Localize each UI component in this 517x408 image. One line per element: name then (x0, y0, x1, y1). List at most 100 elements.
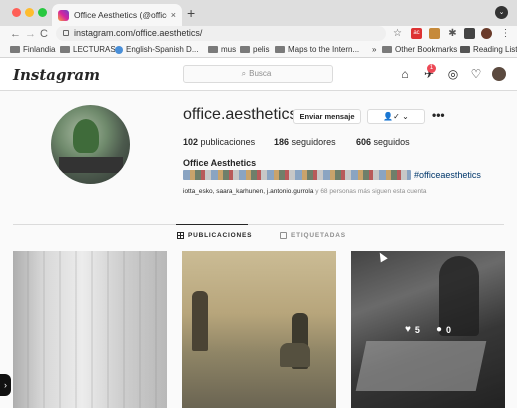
tabs-divider (13, 224, 504, 225)
folder-icon (208, 46, 218, 53)
new-tab-button[interactable]: + (187, 5, 195, 21)
activity-heart-icon[interactable]: ♡ (469, 67, 483, 81)
tab-tagged-label: ETIQUETADAS (291, 232, 346, 239)
search-icon: ⌕ (241, 69, 247, 78)
dictionary-icon (115, 45, 123, 54)
posts-count: 102 (183, 137, 199, 147)
comments-count: 0 (445, 324, 451, 335)
forward-button[interactable]: → (25, 26, 36, 42)
following-stat[interactable]: 606 seguidos (356, 137, 410, 147)
folder-icon (382, 46, 392, 53)
following-icon: 👤✓ (383, 112, 400, 121)
browser-tab-bar: Office Aesthetics (@office.ae × + ⌄ (0, 0, 517, 26)
likes-count: 5 (414, 324, 420, 335)
bio-emoji-strip (183, 170, 411, 180)
side-handle-button[interactable]: › (0, 374, 11, 396)
folder-icon (10, 46, 20, 53)
posts-label: publicaciones (200, 137, 256, 147)
likes-count-group: ♥ 5 (405, 324, 420, 335)
reading-list[interactable]: Reading List (460, 45, 517, 54)
window-menu-button[interactable]: ⌄ (495, 6, 508, 19)
browser-menu-icon[interactable]: ⋮ (500, 28, 511, 39)
post-thumbnail[interactable] (13, 251, 167, 408)
lock-icon (63, 30, 69, 36)
notification-badge: 1 (427, 64, 436, 73)
bio-hashtag-link[interactable]: #officeaesthetics (414, 170, 481, 180)
bookmark-label: Finlandia (23, 45, 56, 54)
folder-icon (275, 46, 285, 53)
followers-count: 186 (274, 137, 290, 147)
close-window-button[interactable] (12, 8, 21, 17)
chevron-down-icon: ⌄ (402, 112, 409, 121)
grid-icon (177, 232, 184, 239)
photo-figure-detail (192, 291, 208, 351)
post-thumbnail-hovered[interactable]: ♥ 5 ● 0 (351, 251, 505, 408)
bookmark-folder[interactable]: Maps to the Intern... (275, 45, 359, 54)
instagram-logo[interactable]: Instagram (13, 66, 100, 84)
plant-image-detail (73, 119, 99, 153)
post-hover-overlay: ♥ 5 ● 0 (351, 251, 505, 408)
bookmark-folder[interactable]: Finlandia (10, 45, 55, 54)
zoom-window-button[interactable] (38, 8, 47, 17)
bookmark-label: Other Bookmarks (395, 45, 458, 54)
comments-count-group: ● 0 (436, 324, 451, 335)
profile-full-name: Office Aesthetics (183, 158, 257, 168)
search-placeholder: Busca (249, 69, 272, 78)
search-input[interactable]: ⌕ Busca (183, 65, 333, 83)
bookmark-folder[interactable]: LECTURAS (60, 45, 116, 54)
posts-stat: 102 publicaciones (183, 137, 255, 147)
reading-mode-icon[interactable] (464, 28, 475, 39)
home-icon[interactable]: ⌂ (398, 67, 412, 81)
bookmarks-overflow-button[interactable]: » (372, 45, 376, 54)
post-thumbnail[interactable] (182, 251, 336, 408)
active-tab-indicator (176, 224, 248, 225)
tab-posts-label: PUBLICACIONES (188, 232, 253, 239)
profile-picture[interactable] (51, 105, 130, 184)
close-tab-icon[interactable]: × (171, 10, 176, 20)
followers-stat[interactable]: 186 seguidores (274, 137, 336, 147)
profile-username: office.aesthetics (183, 106, 298, 123)
back-button[interactable]: ← (10, 26, 21, 42)
extension-icon[interactable]: ac (411, 28, 422, 39)
bookmark-label: LECTURAS (73, 45, 116, 54)
folder-icon (60, 46, 70, 53)
folder-icon (240, 46, 250, 53)
address-bar[interactable]: instagram.com/office.aesthetics/ (56, 26, 386, 41)
bookmark-label: Reading List (473, 45, 517, 54)
following-dropdown-button[interactable]: 👤✓ ⌄ (367, 109, 425, 124)
extensions-puzzle-icon[interactable]: ✱ (447, 28, 458, 39)
instagram-header: Instagram ⌕ Busca ⌂ ✈ 1 ◎ ♡ (0, 58, 517, 91)
profile-avatar[interactable] (492, 67, 506, 81)
followed-by-names: iotta_esko, saara_karhunen, j.antonio.gu… (183, 188, 314, 195)
bookmark-label: English-Spanish D... (126, 45, 199, 54)
bookmark-folder[interactable]: mus (208, 45, 236, 54)
photo-figure-detail (280, 343, 310, 367)
other-bookmarks[interactable]: Other Bookmarks (382, 45, 457, 54)
url-text: instagram.com/office.aesthetics/ (74, 28, 203, 38)
reload-button[interactable]: C (40, 26, 48, 42)
more-options-button[interactable]: ••• (432, 109, 445, 122)
bookmarks-bar: Finlandia LECTURAS English-Spanish D... … (0, 42, 517, 58)
browser-tab[interactable]: Office Aesthetics (@office.ae × (52, 4, 182, 26)
following-count: 606 (356, 137, 372, 147)
bookmark-star-icon[interactable]: ☆ (392, 28, 403, 39)
tab-posts[interactable]: PUBLICACIONES (177, 232, 252, 239)
send-message-button[interactable]: Enviar mensaje (293, 109, 361, 124)
tab-tagged[interactable]: ETIQUETADAS (280, 232, 346, 239)
followers-label: seguidores (291, 137, 336, 147)
explore-icon[interactable]: ◎ (446, 67, 460, 81)
followed-by-rest: y 68 personas más siguen esta cuenta (313, 188, 427, 195)
bookmark-folder[interactable]: pelis (240, 45, 269, 54)
bookmark-label: mus (221, 45, 237, 54)
profile-avatar-icon[interactable] (481, 28, 492, 39)
instagram-favicon-icon (58, 9, 69, 21)
reading-list-icon (460, 46, 470, 53)
extension-2-icon[interactable] (429, 28, 440, 39)
minimize-window-button[interactable] (25, 8, 34, 17)
bookmark-label: Maps to the Intern... (288, 45, 360, 54)
followed-by-text[interactable]: iotta_esko, saara_karhunen, j.antonio.gu… (183, 188, 427, 195)
profile-bio: #officeaesthetics (183, 170, 481, 180)
bookmark-label: pelis (253, 45, 270, 54)
bookmark-link[interactable]: English-Spanish D... (115, 45, 198, 54)
tag-icon (280, 232, 287, 239)
